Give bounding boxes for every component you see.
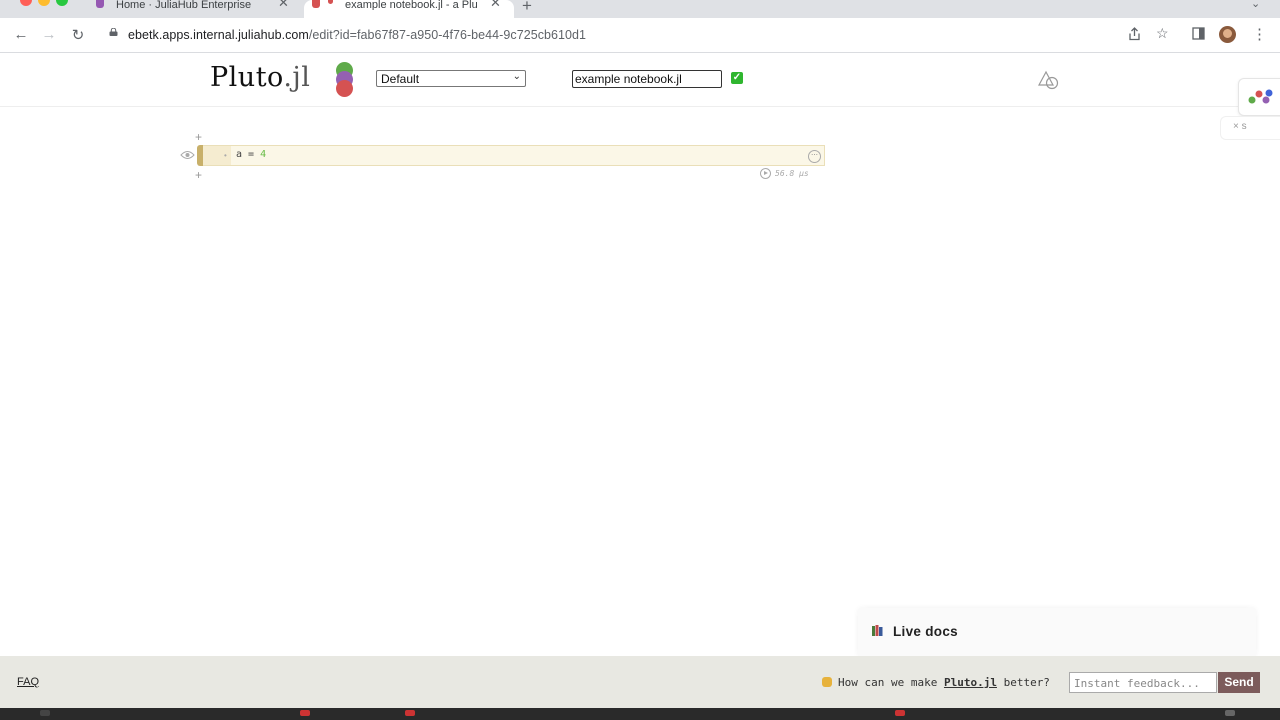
os-dock xyxy=(0,708,1280,720)
dock-app-icon[interactable] xyxy=(405,710,415,716)
pluto-logo-dots-icon xyxy=(336,62,354,97)
dock-app-icon[interactable] xyxy=(300,710,310,716)
side-panel-icon[interactable] xyxy=(1192,27,1205,40)
run-cell-icon[interactable] xyxy=(760,168,771,179)
saved-check-icon: ✓ xyxy=(731,72,743,84)
tab-title: example notebook.jl - a Plu xyxy=(345,0,478,10)
add-cell-below-button[interactable]: + xyxy=(195,168,202,182)
reload-button[interactable]: ↻ xyxy=(69,26,87,44)
cell-runtime[interactable]: 56.8 μs xyxy=(760,168,809,179)
secondary-widget-label: × s xyxy=(1233,121,1247,132)
pluto-jl-link[interactable]: Pluto.jl xyxy=(944,676,997,689)
dock-app-icon[interactable] xyxy=(40,710,50,716)
dock-app-icon[interactable] xyxy=(1225,710,1235,716)
logo-suffix-text: .jl xyxy=(283,62,311,93)
live-docs-panel[interactable]: Live docs xyxy=(858,608,1256,656)
cell-gutter: • xyxy=(203,146,231,165)
maximize-window-button[interactable] xyxy=(56,0,68,6)
url-path: /edit?id=fab67f87-a950-4f76-be44-9c725cb… xyxy=(308,28,587,42)
environment-select[interactable]: Default ⌄ xyxy=(376,70,526,87)
notebook-name-input[interactable]: example notebook.jl xyxy=(572,70,722,88)
dock-app-icon[interactable] xyxy=(895,710,905,716)
close-tab-icon[interactable]: ✕ xyxy=(278,0,289,9)
browser-menu-icon[interactable]: ⋮ xyxy=(1252,25,1267,43)
process-status-icon[interactable] xyxy=(1038,70,1060,90)
minimize-window-button[interactable] xyxy=(38,0,50,6)
code-cell[interactable]: • a = 4 ⋯ xyxy=(203,145,825,166)
tab-example-notebook[interactable]: example notebook.jl - a Plu ✕ xyxy=(304,0,514,18)
url-text: ebetk.apps.internal.juliahub.com/edit?id… xyxy=(128,28,586,42)
julia-dots-icon xyxy=(1248,89,1273,104)
toggle-visibility-eye-icon[interactable] xyxy=(180,150,195,160)
cell-options-icon[interactable]: ⋯ xyxy=(808,150,821,163)
juliahub-favicon-icon xyxy=(96,0,104,8)
recording-icon xyxy=(328,0,333,4)
feedback-question: How can we make Pluto.jl better? xyxy=(822,676,1050,689)
faq-link[interactable]: FAQ xyxy=(17,676,39,688)
lock-icon xyxy=(109,28,118,36)
profile-avatar[interactable] xyxy=(1219,26,1236,43)
feedback-placeholder: Instant feedback... xyxy=(1074,677,1200,690)
new-tab-button[interactable]: + xyxy=(522,0,532,16)
pluto-header: Pluto.jl Default ⌄ example notebook.jl ✓ xyxy=(0,53,1280,107)
send-feedback-button[interactable]: Send xyxy=(1218,672,1260,693)
books-icon xyxy=(872,625,883,636)
secondary-widget[interactable]: × s xyxy=(1220,116,1280,140)
pluto-footer: FAQ How can we make Pluto.jl better? Ins… xyxy=(0,656,1280,708)
environment-value: Default xyxy=(381,72,420,86)
back-button[interactable]: ← xyxy=(12,26,30,43)
pluto-favicon-icon xyxy=(312,0,320,8)
cell-code-editor[interactable]: a = 4 xyxy=(236,149,266,160)
logo-main-text: Pluto xyxy=(210,62,284,93)
tab-home-juliahub[interactable]: Home · JuliaHub Enterprise ✕ xyxy=(88,0,298,18)
pluto-logo[interactable]: Pluto.jl xyxy=(210,62,310,93)
feedback-hand-icon xyxy=(822,677,832,687)
address-bar[interactable]: ebetk.apps.internal.juliahub.com/edit?id… xyxy=(100,21,1110,49)
forward-button[interactable]: → xyxy=(40,26,58,43)
chevron-down-icon: ⌄ xyxy=(512,71,521,82)
share-icon[interactable] xyxy=(1128,27,1141,41)
code-operator: = xyxy=(242,149,261,160)
browser-toolbar: ← → ↻ ebetk.apps.internal.juliahub.com/e… xyxy=(0,18,1280,53)
tab-title: Home · JuliaHub Enterprise xyxy=(116,0,252,11)
url-host: ebetk.apps.internal.juliahub.com xyxy=(128,28,309,42)
tab-search-chevron-icon[interactable]: ⌄ xyxy=(1251,0,1260,10)
feedback-question-pre: How can we make xyxy=(838,676,944,689)
collaboration-widget[interactable] xyxy=(1238,78,1280,116)
feedback-question-post: better? xyxy=(996,676,1050,689)
live-docs-title: Live docs xyxy=(893,624,958,639)
close-window-button[interactable] xyxy=(20,0,32,6)
browser-tab-strip: Home · JuliaHub Enterprise ✕ example not… xyxy=(0,0,1280,18)
drag-handle-icon[interactable]: • xyxy=(224,151,227,160)
feedback-input[interactable]: Instant feedback... xyxy=(1069,672,1217,693)
notebook-name-value: example notebook.jl xyxy=(575,72,682,86)
runtime-value: 56.8 μs xyxy=(775,169,809,178)
bookmark-star-icon[interactable]: ☆ xyxy=(1156,25,1169,42)
add-cell-above-button[interactable]: + xyxy=(195,130,202,144)
close-tab-icon[interactable]: ✕ xyxy=(490,0,501,9)
code-number: 4 xyxy=(260,149,267,160)
